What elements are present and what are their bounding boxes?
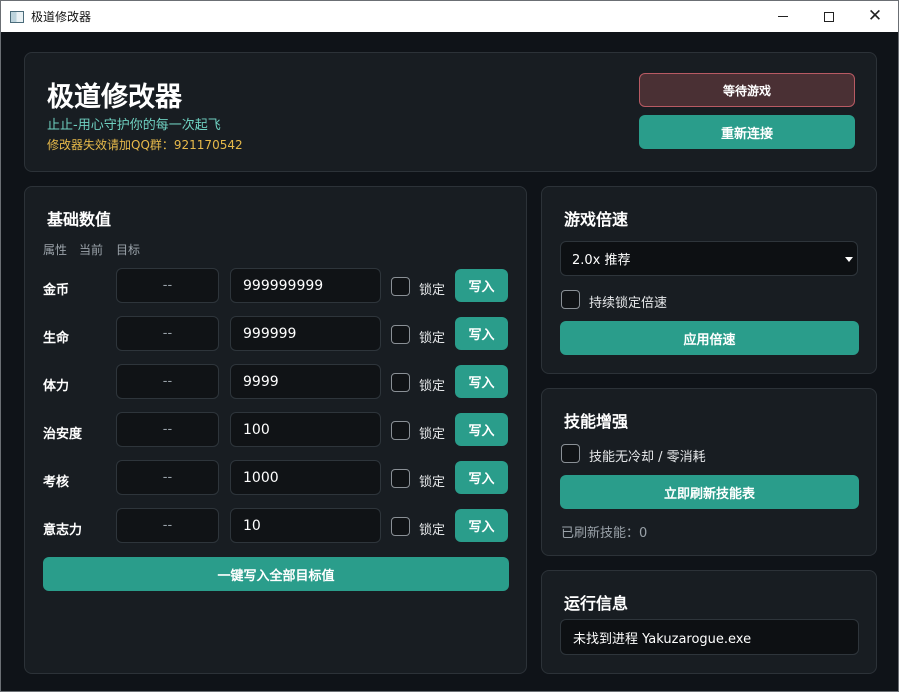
lock-checkbox-willpower[interactable] [391, 517, 410, 536]
app-icon [10, 10, 24, 23]
lock-checkbox-health[interactable] [391, 325, 410, 344]
window-title: 极道修改器 [31, 10, 92, 24]
stats-title: 基础数值 [47, 210, 112, 229]
current-value-assessment: -- [116, 460, 219, 495]
lock-label-gold: 锁定 [419, 283, 446, 298]
page-title: 极道修改器 [47, 82, 182, 113]
refreshed-skills-count: 已刷新技能：0 [561, 526, 648, 541]
lock-checkbox-gold[interactable] [391, 277, 410, 296]
current-value-health: -- [116, 316, 219, 351]
skills-card: 技能增强 技能无冷却 / 零消耗 立即刷新技能表 已刷新技能：0 [541, 388, 877, 556]
close-button[interactable]: ✕ [852, 1, 898, 32]
status-button[interactable]: 等待游戏 [639, 73, 855, 107]
nocd-checkbox[interactable] [561, 444, 580, 463]
target-input-security[interactable]: 100 [230, 412, 381, 447]
lock-label-assessment: 锁定 [419, 475, 446, 490]
stat-label-assessment: 考核 [43, 475, 70, 490]
nocd-label: 技能无冷却 / 零消耗 [589, 450, 706, 465]
current-value-security: -- [116, 412, 219, 447]
window-controls: ✕ [760, 1, 898, 32]
close-icon: ✕ [867, 6, 883, 26]
header-card: 极道修改器 止止-用心守护你的每一次起飞 修改器失效请加QQ群：92117054… [24, 52, 877, 172]
write-button-stamina[interactable]: 写入 [455, 365, 508, 398]
write-button-gold[interactable]: 写入 [455, 269, 508, 302]
speed-card: 游戏倍速 2.0x 推荐 持续锁定倍速 应用倍速 [541, 186, 877, 374]
write-button-willpower[interactable]: 写入 [455, 509, 508, 542]
lock-checkbox-assessment[interactable] [391, 469, 410, 488]
maximize-icon [824, 11, 834, 22]
write-all-button[interactable]: 一键写入全部目标值 [43, 557, 509, 591]
write-button-security[interactable]: 写入 [455, 413, 508, 446]
lock-checkbox-stamina[interactable] [391, 373, 410, 392]
stat-label-willpower: 意志力 [43, 523, 83, 538]
refresh-skills-button[interactable]: 立即刷新技能表 [560, 475, 859, 509]
lock-label-stamina: 锁定 [419, 379, 446, 394]
skills-title: 技能增强 [564, 412, 629, 431]
runtime-info: 未找到进程 Yakuzarogue.exe [560, 619, 859, 655]
stat-label-gold: 金币 [43, 283, 70, 298]
speed-title: 游戏倍速 [564, 210, 629, 229]
stat-label-stamina: 体力 [43, 379, 70, 394]
runtime-card: 运行信息 未找到进程 Yakuzarogue.exe [541, 570, 877, 674]
maximize-button[interactable] [806, 1, 852, 32]
minimize-button[interactable] [760, 1, 806, 32]
write-button-assessment[interactable]: 写入 [455, 461, 508, 494]
runtime-title: 运行信息 [564, 594, 629, 613]
lock-checkbox-security[interactable] [391, 421, 410, 440]
chevron-down-icon [845, 257, 853, 262]
speed-select[interactable]: 2.0x 推荐 [560, 241, 858, 276]
apply-speed-button[interactable]: 应用倍速 [560, 321, 859, 355]
lock-label-security: 锁定 [419, 427, 446, 442]
write-button-health[interactable]: 写入 [455, 317, 508, 350]
lock-label-willpower: 锁定 [419, 523, 446, 538]
lock-speed-checkbox[interactable] [561, 290, 580, 309]
column-header-current: 当前 [79, 243, 104, 257]
stats-card: 基础数值 属性 当前 目标 金币 -- 999999999 锁定 写入 生命 -… [24, 186, 527, 674]
title-bar: 极道修改器 ✕ [1, 1, 898, 32]
current-value-gold: -- [116, 268, 219, 303]
reconnect-button[interactable]: 重新连接 [639, 115, 855, 149]
qq-notice: 修改器失效请加QQ群：921170542 [47, 138, 243, 152]
lock-speed-label: 持续锁定倍速 [589, 296, 668, 311]
stat-label-security: 治安度 [43, 427, 83, 442]
speed-select-value: 2.0x 推荐 [572, 253, 631, 268]
minimize-icon [778, 16, 788, 17]
target-input-assessment[interactable]: 1000 [230, 460, 381, 495]
target-input-willpower[interactable]: 10 [230, 508, 381, 543]
target-input-health[interactable]: 999999 [230, 316, 381, 351]
current-value-stamina: -- [116, 364, 219, 399]
target-input-gold[interactable]: 999999999 [230, 268, 381, 303]
current-value-willpower: -- [116, 508, 219, 543]
stat-label-health: 生命 [43, 331, 70, 346]
target-input-stamina[interactable]: 9999 [230, 364, 381, 399]
column-header-attribute: 属性 [43, 243, 68, 257]
lock-label-health: 锁定 [419, 331, 446, 346]
column-header-target: 目标 [116, 243, 141, 257]
subtitle: 止止-用心守护你的每一次起飞 [47, 118, 221, 133]
